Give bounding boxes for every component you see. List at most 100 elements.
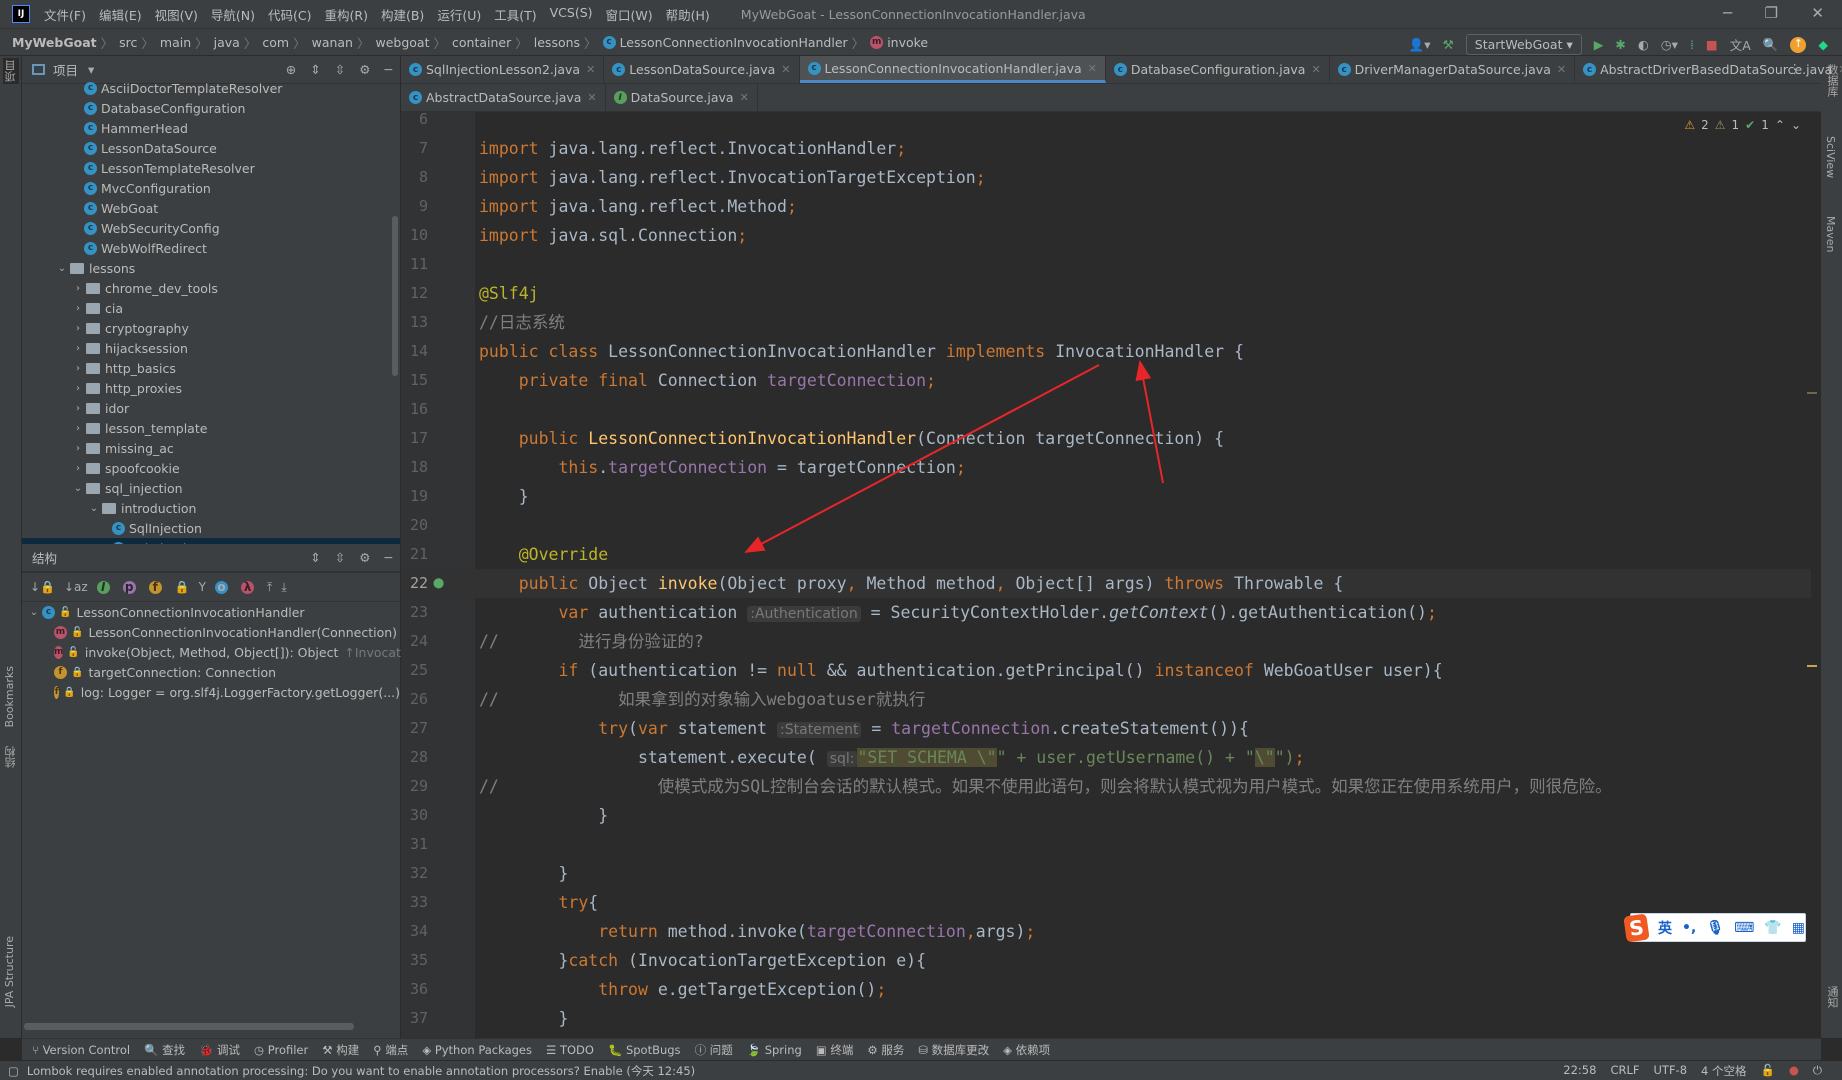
collapse-all-icon[interactable]: ⇳ xyxy=(335,550,345,565)
tree-item[interactable]: › hijacksession xyxy=(22,338,400,358)
menu-item[interactable]: VCS(S) xyxy=(550,5,593,24)
tree-item[interactable]: c LessonTemplateResolver xyxy=(22,158,400,178)
chevron-right-icon[interactable]: › xyxy=(70,323,86,334)
minimize-button[interactable]: ─ xyxy=(1723,4,1732,22)
chevron-right-icon[interactable]: › xyxy=(70,383,86,394)
maven-tool-button[interactable]: Maven xyxy=(1824,216,1837,252)
jpa-structure-tool-button[interactable]: JPA Structure xyxy=(3,936,16,1007)
gear-icon[interactable]: ⚙ xyxy=(359,550,370,565)
lambda-icon[interactable]: λ xyxy=(241,580,255,594)
error-report-icon[interactable]: ● xyxy=(1789,1063,1799,1079)
project-view-select[interactable]: 项目 xyxy=(53,60,78,79)
tree-item[interactable]: c AsciiDoctorTemplateResolver xyxy=(22,78,400,98)
user-icon[interactable]: 👤▾ xyxy=(1409,37,1431,53)
breadcrumb-item[interactable]: com xyxy=(262,35,289,50)
editor-tab[interactable]: c DatabaseConfiguration.java ✕ xyxy=(1106,56,1330,83)
update-icon[interactable]: ↑ xyxy=(1790,36,1807,53)
structure-scrollbar[interactable] xyxy=(24,1023,354,1030)
tool-window-button[interactable]: 🐛 SpotBugs xyxy=(608,1043,681,1057)
tool-window-button[interactable]: ☰ TODO xyxy=(546,1043,594,1057)
menu-item[interactable]: 工具(T) xyxy=(494,5,536,24)
status-message[interactable]: Lombok requires enabled annotation proce… xyxy=(27,1063,695,1079)
tool-window-button[interactable]: ⑂ Version Control xyxy=(32,1043,130,1057)
profile-icon[interactable]: ◷▾ xyxy=(1661,37,1678,52)
hide-icon[interactable]: ─ xyxy=(384,62,392,77)
build-hammer-icon[interactable]: ⚒ xyxy=(1443,37,1454,52)
previous-highlight-icon[interactable]: ⌃ xyxy=(1775,118,1785,132)
run-configuration-select[interactable]: StartWebGoat ▾ xyxy=(1465,34,1582,55)
indent-setting[interactable]: 4 个空格 xyxy=(1701,1063,1746,1079)
breadcrumb-item[interactable]: container xyxy=(452,35,511,50)
file-encoding[interactable]: UTF-8 xyxy=(1654,1063,1688,1079)
chevron-right-icon[interactable]: › xyxy=(70,363,86,374)
structure-item[interactable]: f 🔒 targetConnection: Connection xyxy=(22,662,400,682)
tree-item[interactable]: › http_proxies xyxy=(22,378,400,398)
menu-item[interactable]: 编辑(E) xyxy=(99,5,142,24)
tool-window-button[interactable]: ⛁ 数据库更改 xyxy=(918,1042,989,1058)
show-lambdas-icon[interactable]: o xyxy=(215,580,229,594)
override-gutter-icon[interactable]: ⬤ xyxy=(433,569,444,598)
status-toggle-icon[interactable]: ▢ xyxy=(8,1064,19,1078)
tool-window-button[interactable]: ⚲ 端点 xyxy=(373,1042,408,1058)
editor-tab[interactable]: c SqlInjectionLesson2.java ✕ xyxy=(401,56,605,83)
menu-item[interactable]: 视图(V) xyxy=(155,5,198,24)
tool-window-button[interactable]: ⚒ 构建 xyxy=(322,1042,359,1058)
editor-tab[interactable]: I DataSource.java ✕ xyxy=(606,84,758,111)
close-tab-icon[interactable]: ✕ xyxy=(781,63,790,76)
power-save-icon[interactable]: ⏻ xyxy=(1813,1063,1822,1079)
tree-item[interactable]: c HammerHead xyxy=(22,118,400,138)
collapse-all-icon[interactable]: ⇳ xyxy=(335,62,345,77)
show-non-public-icon[interactable]: 🔒 xyxy=(175,580,190,594)
show-anonymous-icon[interactable]: Y xyxy=(199,580,206,594)
structure-item[interactable]: m 🔓 invoke(Object, Method, Object[]): Obje… xyxy=(22,642,420,662)
tool-window-button[interactable]: ⚙ 服务 xyxy=(867,1042,904,1058)
tree-item[interactable]: c WebGoat xyxy=(22,198,400,218)
editor-tab[interactable]: cAbstractDriverBasedDataSource.java✕ xyxy=(1575,56,1842,83)
tool-window-button[interactable]: ◷ Profiler xyxy=(254,1043,308,1057)
editor-tab[interactable]: c LessonConnectionInvocationHandler.java ✕ xyxy=(799,56,1106,83)
tree-item[interactable]: › lesson_template xyxy=(22,418,400,438)
coverage-icon[interactable]: ◐ xyxy=(1638,37,1649,52)
menu-item[interactable]: 构建(B) xyxy=(381,5,424,24)
next-highlight-icon[interactable]: ⌄ xyxy=(1791,118,1801,132)
breadcrumb-item[interactable]: LessonConnectionInvocationHandler xyxy=(620,35,848,50)
locate-icon[interactable]: ⊕ xyxy=(286,62,296,77)
tree-item[interactable]: ⌄ lessons xyxy=(22,258,400,278)
chevron-right-icon[interactable]: › xyxy=(70,403,86,414)
scroll-marker[interactable] xyxy=(1807,665,1817,667)
autoscroll-from-source-icon[interactable]: ⤓ xyxy=(281,580,286,595)
menu-item[interactable]: 导航(N) xyxy=(211,5,255,24)
close-tab-icon[interactable]: ✕ xyxy=(1311,63,1320,76)
breadcrumb-item[interactable]: webgoat xyxy=(376,35,430,50)
menu-item[interactable]: 重构(R) xyxy=(325,5,368,24)
tree-item[interactable]: › chrome_dev_tools xyxy=(22,278,400,298)
gear-icon[interactable]: ⚙ xyxy=(359,62,370,77)
chevron-down-icon[interactable]: ⌄ xyxy=(70,483,86,494)
sogou-ime-toolbar[interactable]: S 英 •, 🎙 ⌨ 👕 ▦ xyxy=(1623,913,1806,942)
tree-item[interactable]: › cia xyxy=(22,298,400,318)
chevron-right-icon[interactable]: › xyxy=(70,423,86,434)
chevron-right-icon[interactable]: › xyxy=(70,443,86,454)
apps-grid-icon[interactable]: ▦ xyxy=(1792,920,1805,936)
breadcrumb-item[interactable]: src xyxy=(119,35,137,50)
tree-item[interactable]: › missing_ac xyxy=(22,438,400,458)
chevron-down-icon[interactable]: ⌄ xyxy=(54,263,70,274)
chevron-down-icon[interactable]: ▾ xyxy=(88,62,94,77)
chevron-right-icon[interactable]: › xyxy=(70,463,86,474)
tool-window-button[interactable]: ◈ Python Packages xyxy=(422,1043,532,1057)
autoscroll-to-source-icon[interactable]: ⤒ xyxy=(267,580,272,595)
editor-scrollbar[interactable] xyxy=(1807,112,1817,1038)
translate-icon[interactable]: 文A xyxy=(1730,35,1751,54)
attach-debugger-icon[interactable]: ⁞ xyxy=(1690,37,1694,52)
menu-item[interactable]: 代码(C) xyxy=(268,5,311,24)
tool-window-button[interactable]: 🐞 调试 xyxy=(199,1042,240,1058)
close-tab-icon[interactable]: ✕ xyxy=(1088,62,1097,75)
more-tabs-icon[interactable]: ⋮ xyxy=(1789,61,1802,76)
chevron-down-icon[interactable]: ⌄ xyxy=(86,503,102,514)
inspection-widget[interactable]: ⚠ 2 ⚠ 1 ✔ 1 ⌃ ⌄ xyxy=(1684,118,1801,132)
breadcrumb-item[interactable]: java xyxy=(214,35,240,50)
structure-tool-button[interactable]: 结构 xyxy=(3,746,19,768)
sort-by-visibility-icon[interactable]: ↓🔒 xyxy=(30,580,55,594)
hide-icon[interactable]: ─ xyxy=(384,550,392,565)
tool-window-button[interactable]: ▣ 终端 xyxy=(816,1042,854,1058)
